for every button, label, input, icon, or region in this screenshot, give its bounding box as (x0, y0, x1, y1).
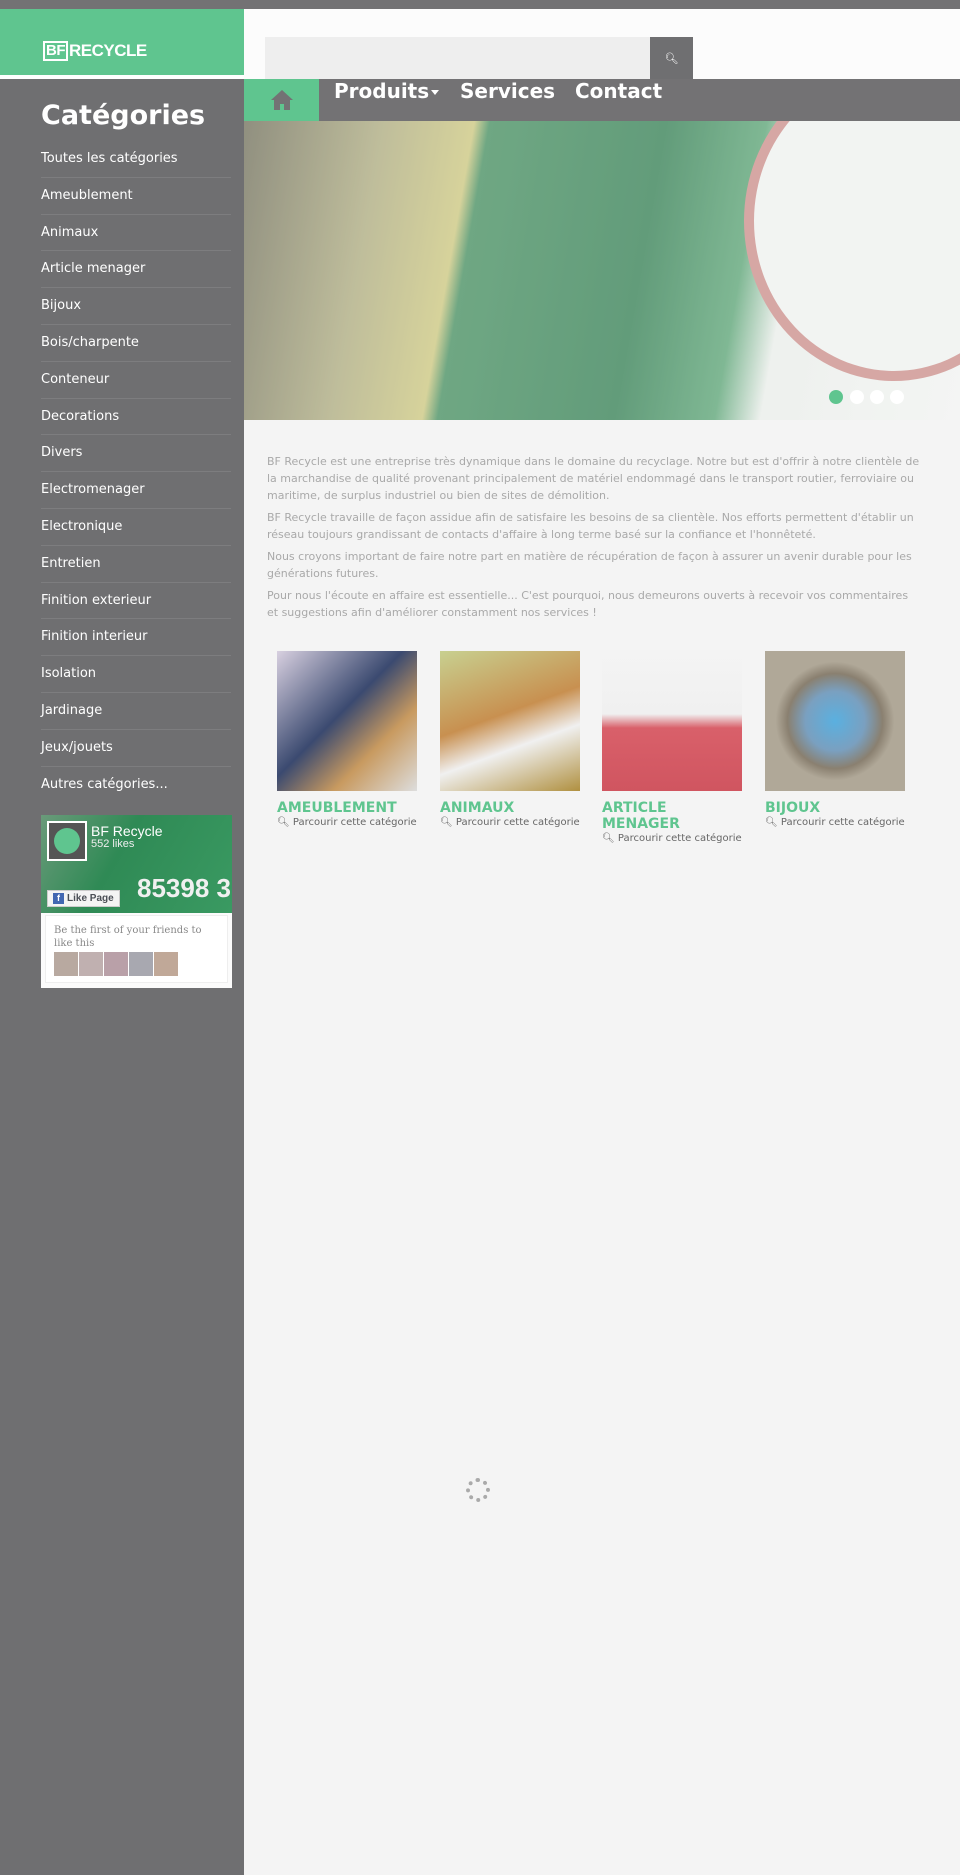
slider-dot-2[interactable] (850, 390, 864, 404)
loading-spinner-icon (466, 1478, 490, 1502)
recycle-icon (54, 828, 80, 854)
category-card[interactable]: ARTICLE MENAGER 🔍︎ Parcourir cette catég… (602, 651, 742, 844)
category-card[interactable]: AMEUBLEMENT 🔍︎ Parcourir cette catégorie (277, 651, 417, 828)
category-item[interactable]: Electromenager (41, 472, 231, 509)
categories-title: Catégories (41, 100, 206, 131)
slider-dot-4[interactable] (890, 390, 904, 404)
slider-dot-1[interactable] (829, 390, 843, 404)
category-item[interactable]: Finition interieur (41, 619, 231, 657)
logo[interactable]: BF RECYCLE (43, 41, 147, 61)
category-item[interactable]: Electronique (41, 509, 231, 546)
fb-like-button[interactable]: f Like Page (47, 890, 120, 907)
fb-profile-picture[interactable] (47, 821, 87, 861)
nav-produits[interactable]: Produits (334, 79, 440, 121)
nav-services[interactable]: Services (460, 79, 555, 121)
avatar[interactable] (104, 952, 128, 976)
caret-down-icon (431, 90, 440, 95)
nav-contact[interactable]: Contact (575, 79, 662, 121)
facebook-widget: 85398 3 BF Recycle 552 likes f Like Page … (41, 815, 232, 988)
divider (0, 75, 244, 79)
jewel-image[interactable] (765, 651, 905, 791)
logo-area: BF RECYCLE (0, 9, 244, 75)
home-button[interactable] (244, 79, 319, 121)
search-icon: 🔍︎ (440, 817, 453, 828)
category-item[interactable]: Decorations (41, 399, 231, 436)
category-item[interactable]: Divers (41, 435, 231, 473)
category-item[interactable]: Ameublement (41, 178, 231, 215)
search-icon: 🔍︎ (664, 51, 679, 65)
category-item[interactable]: Conteneur (41, 362, 231, 399)
category-card[interactable]: BIJOUX 🔍︎ Parcourir cette catégorie (765, 651, 905, 828)
category-item[interactable]: Autres catégories... (41, 767, 231, 804)
avatar[interactable] (79, 952, 103, 976)
category-item[interactable]: Finition exterieur (41, 583, 231, 620)
category-item[interactable]: Bijoux (41, 288, 231, 325)
category-item[interactable]: Toutes les catégories (41, 141, 231, 178)
intro-text: BF Recycle est une entreprise très dynam… (267, 455, 920, 619)
avatar[interactable] (154, 952, 178, 976)
slider-dot-3[interactable] (870, 390, 884, 404)
category-item[interactable]: Bois/charpente (41, 325, 231, 362)
facebook-icon: f (53, 893, 64, 904)
bedding-image[interactable] (602, 651, 742, 791)
category-item[interactable]: Entretien (41, 546, 231, 583)
search-icon: 🔍︎ (602, 833, 615, 844)
category-item[interactable]: Animaux (41, 215, 231, 252)
category-item[interactable]: Jardinage (41, 693, 231, 730)
category-list: Toutes les catégories Ameublement Animau… (41, 141, 231, 803)
chair-image[interactable] (277, 651, 417, 791)
avatar[interactable] (129, 952, 153, 976)
category-item[interactable]: Jeux/jouets (41, 730, 231, 767)
hero-slider[interactable] (244, 121, 960, 420)
category-card[interactable]: ANIMAUX 🔍︎ Parcourir cette catégorie (440, 651, 580, 828)
fb-friends: Be the first of your friends to like thi… (45, 915, 228, 983)
search-icon: 🔍︎ (277, 817, 290, 828)
home-icon (270, 90, 293, 110)
dog-cat-image[interactable] (440, 651, 580, 791)
avatar[interactable] (54, 952, 78, 976)
fb-likes: 552 likes (91, 838, 135, 850)
search-button[interactable]: 🔍︎ (650, 37, 693, 79)
search-icon: 🔍︎ (765, 817, 778, 828)
search-input[interactable] (265, 37, 650, 79)
category-item[interactable]: Article menager (41, 251, 231, 289)
top-bar (0, 0, 960, 9)
fb-page-name[interactable]: BF Recycle (91, 823, 163, 839)
category-item[interactable]: Isolation (41, 656, 231, 693)
